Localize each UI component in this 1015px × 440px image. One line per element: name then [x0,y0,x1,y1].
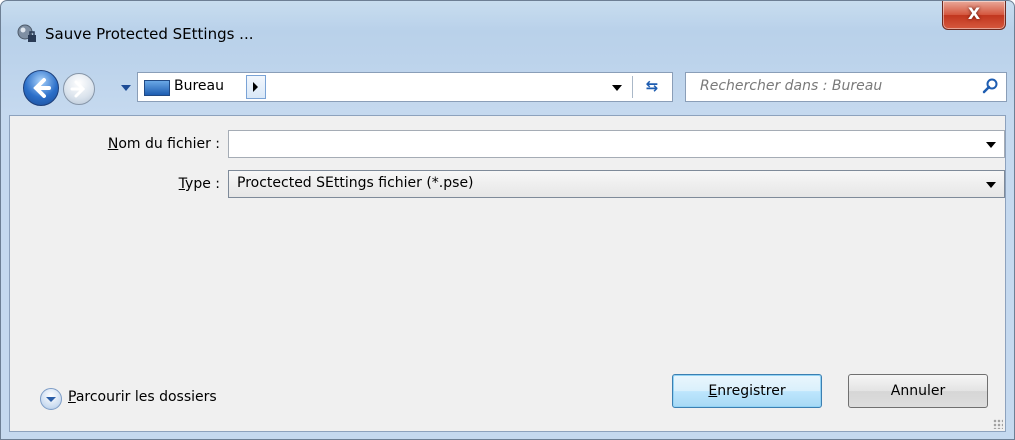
back-arrow-icon [33,78,51,98]
chevron-down-icon [46,397,56,402]
chevron-right-icon [253,82,258,92]
search-box[interactable]: Rechercher dans : Bureau [685,72,1007,102]
recent-locations-dropdown-icon[interactable] [121,85,131,91]
window-title: Sauve Protected SEttings ... [45,25,254,43]
cancel-button[interactable]: Annuler [848,374,988,408]
desktop-icon [144,80,170,96]
breadcrumb-bureau[interactable]: Bureau [174,78,224,94]
form-panel: Nom du fichier : Type : Proctected SEtti… [9,115,1006,432]
filename-label: Nom du fichier : [107,136,220,152]
type-select[interactable]: Proctected SEttings fichier (*.pse) [228,170,1005,198]
close-button[interactable]: X [942,1,1006,30]
forward-arrow-icon [70,80,86,98]
address-bar[interactable]: Bureau ⇆ [137,72,673,102]
refresh-icon[interactable]: ⇆ [638,75,666,97]
filename-dropdown-icon[interactable] [986,142,996,148]
filename-combobox[interactable] [228,130,1005,158]
title-bar: Sauve Protected SEttings ... X [1,1,1014,57]
address-divider [632,76,633,98]
breadcrumb-expand-button[interactable] [246,75,266,99]
resize-grip[interactable] [993,419,1003,429]
address-dropdown-icon[interactable] [612,85,622,91]
browse-folders-link[interactable]: Parcourir les dossiers [68,389,217,405]
type-value: Proctected SEttings fichier (*.pse) [237,175,474,191]
save-button[interactable]: Enregistrer [672,374,822,408]
expand-folders-icon[interactable] [40,388,62,410]
save-dialog-window: Sauve Protected SEttings ... X Bureau ⇆ … [0,0,1015,440]
search-icon[interactable] [982,77,1000,95]
search-input[interactable]: Rechercher dans : Bureau [700,78,882,94]
forward-button[interactable] [63,73,95,105]
close-icon: X [967,4,981,23]
back-button[interactable] [23,70,59,106]
app-icon [17,24,36,42]
type-label: Type : [178,176,220,192]
type-dropdown-icon[interactable] [986,182,996,188]
navigation-bar: Bureau ⇆ Rechercher dans : Bureau [1,65,1014,111]
